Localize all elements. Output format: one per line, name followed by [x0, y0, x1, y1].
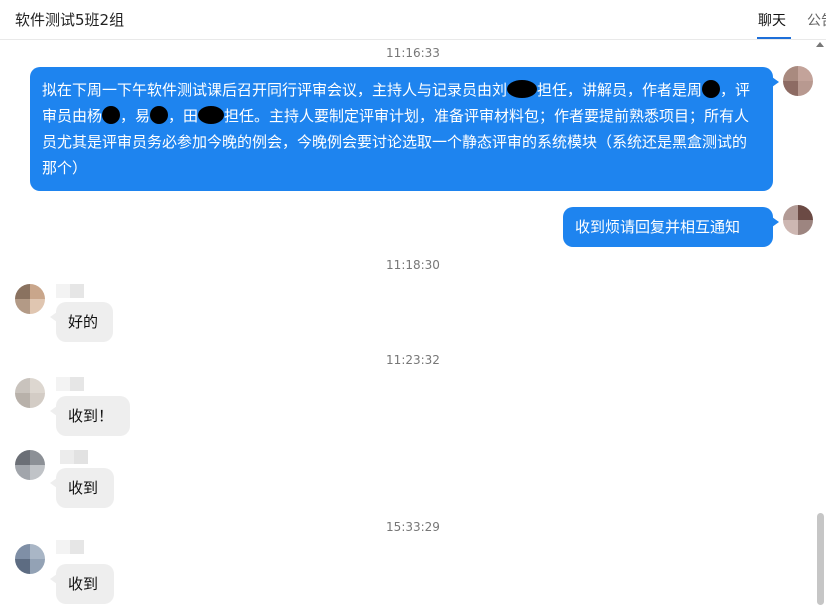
- timestamp: 11:18:30: [386, 258, 440, 272]
- avatar[interactable]: [783, 66, 813, 96]
- message-bubble[interactable]: 好的: [50, 302, 113, 342]
- timestamp: 11:23:32: [386, 353, 440, 367]
- timestamp: 11:16:33: [386, 46, 440, 60]
- avatar[interactable]: [15, 378, 45, 408]
- tab-notice[interactable]: 公告: [807, 10, 826, 30]
- timestamp: 15:33:29: [386, 520, 440, 534]
- sender-name-blurred: [56, 284, 84, 298]
- avatar[interactable]: [15, 450, 45, 480]
- message-text: 收到: [68, 479, 99, 497]
- sender-name-blurred: [60, 450, 88, 464]
- message-text: 好的: [68, 313, 99, 331]
- message-text: 收到！: [68, 407, 114, 425]
- message-bubble[interactable]: 拟在下周一下午软件测试课后召开同行评审会议，主持人与记录员由刘 担任，讲解员，作者…: [30, 67, 779, 191]
- avatar[interactable]: [15, 284, 45, 314]
- redaction-mark: [198, 106, 225, 124]
- avatar[interactable]: [15, 544, 45, 574]
- redaction-mark: [150, 106, 169, 124]
- tab-chat[interactable]: 聊天: [758, 10, 786, 30]
- sender-name-blurred: [56, 540, 84, 554]
- redaction-mark: [507, 80, 538, 98]
- active-tab-indicator: [757, 37, 791, 39]
- chat-header: 软件测试5班2组 聊天 公告: [0, 0, 826, 40]
- sender-name-blurred: [56, 377, 84, 391]
- message-text: 担任，讲解员，作者是周: [537, 81, 703, 99]
- message-bubble[interactable]: 收到: [50, 468, 114, 508]
- avatar[interactable]: [783, 205, 813, 235]
- message-bubble[interactable]: 收到烦请回复并相互通知: [563, 207, 779, 247]
- message-text: 拟在下周一下午软件测试课后召开同行评审会议，主持人与记录员由刘: [42, 81, 508, 99]
- scroll-up-icon[interactable]: [816, 42, 824, 47]
- message-bubble[interactable]: 收到: [50, 564, 114, 604]
- message-text: 收到烦请回复并相互通知: [575, 218, 741, 236]
- group-name: 软件测试5班2组: [15, 11, 125, 29]
- message-text: ，易: [120, 107, 151, 125]
- scrollbar-thumb[interactable]: [817, 513, 824, 605]
- message-bubble[interactable]: 收到！: [50, 396, 130, 436]
- chat-window: 软件测试5班2组 聊天 公告 11:16:33 拟在下周一下午软件测试课后召开同…: [0, 0, 826, 611]
- redaction-mark: [102, 106, 121, 124]
- message-text: 收到: [68, 575, 99, 593]
- message-text: ，田: [168, 107, 199, 125]
- redaction-mark: [702, 80, 721, 98]
